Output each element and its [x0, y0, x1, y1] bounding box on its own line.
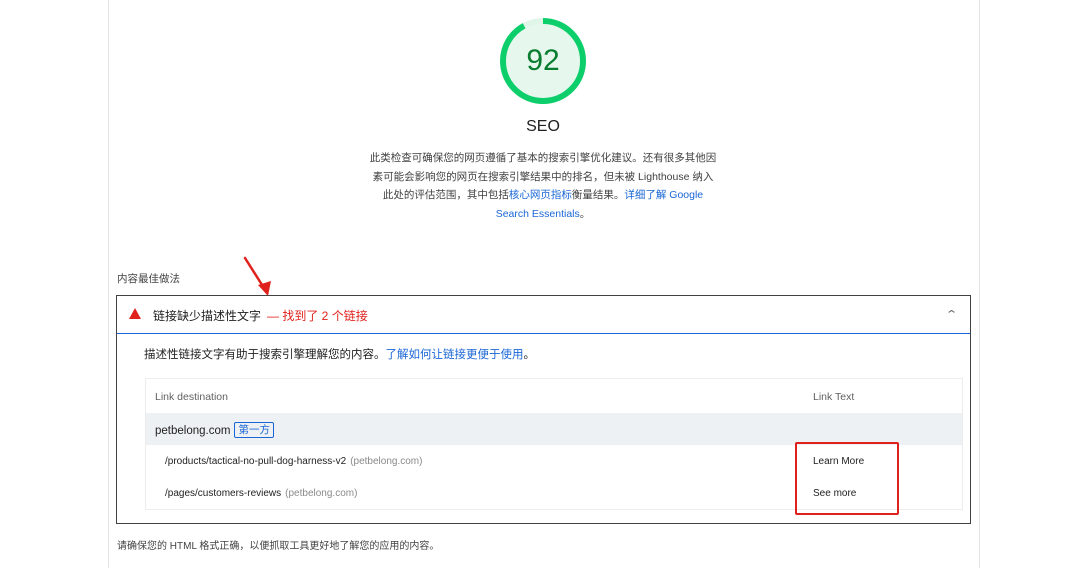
column-header-link-text: Link Text — [813, 391, 855, 403]
category-description-line3: 此处的评估范围，其中包括 — [382, 189, 509, 201]
link-path: /products/tactical-no-pull-dog-harness-v… — [165, 456, 347, 467]
learn-more-link[interactable]: 了解如何让链接更便于使用 — [386, 349, 524, 361]
audit-description: 描述性链接文字有助于搜索引擎理解您的内容。了解如何让链接更便于使用。 — [144, 346, 535, 362]
first-party-badge: 第一方 — [234, 422, 274, 438]
fail-triangle-icon — [129, 308, 141, 319]
link-path: /pages/customers-reviews — [165, 488, 282, 499]
category-description-line3-mid: 衡量结果。 — [571, 189, 625, 201]
audit-description-text: 描述性链接文字有助于搜索引擎理解您的内容。 — [144, 349, 386, 361]
link-destination[interactable]: /products/tactical-no-pull-dog-harness-v… — [165, 456, 422, 467]
group-title: 内容最佳做法 — [117, 273, 180, 285]
column-header-destination: Link destination — [155, 391, 228, 403]
entity-group-row: petbelong.com 第一方 — [146, 413, 962, 445]
page: 92 SEO 此类检查可确保您的网页遵循了基本的搜索引擎优化建议。还有很多其他因… — [0, 0, 1080, 568]
google-search-essentials-link-part2[interactable]: Search Essentials — [496, 208, 580, 220]
audit-title-text: 链接缺少描述性文字 — [153, 309, 262, 323]
category-title: SEO — [526, 118, 560, 135]
gauge-score-value: 92 — [526, 44, 560, 77]
audit-description-end: 。 — [523, 349, 536, 361]
audit-display-value: — 找到了 2 个链接 — [267, 309, 368, 323]
link-destination[interactable]: /pages/customers-reviews (petbelong.com) — [165, 488, 357, 499]
core-web-vitals-link[interactable]: 核心网页指标 — [509, 189, 572, 201]
chevron-up-icon[interactable]: ⌃ — [945, 308, 958, 321]
entity-domain: petbelong.com — [155, 425, 231, 437]
google-search-essentials-link-part1[interactable]: 详细了解 Google — [624, 189, 703, 201]
category-description-line1: 此类检查可确保您的网页遵循了基本的搜索引擎优化建议。还有很多其他因 — [369, 152, 717, 164]
category-description-end: 。 — [579, 207, 591, 220]
audit-header[interactable]: 链接缺少描述性文字 — 找到了 2 个链接 ⌃ — [117, 296, 970, 334]
next-audit-description: 请确保您的 HTML 格式正确，以便抓取工具更好地了解您的应用的内容。 — [117, 541, 440, 552]
annotation-arrow-icon — [243, 256, 271, 296]
audit-title: 链接缺少描述性文字 — 找到了 2 个链接 — [153, 307, 368, 324]
entity-name: petbelong.com 第一方 — [155, 422, 274, 438]
annotation-highlight-box — [795, 442, 899, 515]
link-host: (petbelong.com) — [285, 488, 358, 499]
seo-score-gauge[interactable]: 92 — [498, 16, 588, 106]
category-description-line2: 素可能会影响您的网页在搜索引擎结果中的排名，但未被 Lighthouse 纳入 — [372, 170, 714, 183]
category-description: 此类检查可确保您的网页遵循了基本的搜索引擎优化建议。还有很多其他因 素可能会影响… — [358, 149, 728, 223]
link-host: (petbelong.com) — [350, 456, 423, 467]
